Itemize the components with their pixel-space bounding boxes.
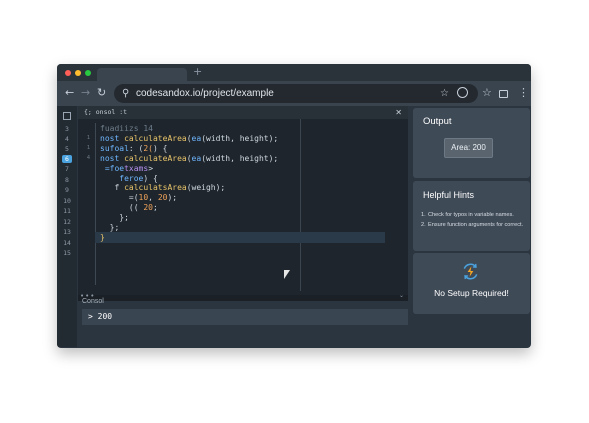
line-number: 11 (63, 207, 71, 215)
address-bar[interactable]: ⚲ codesandox.io/project/example ☆ (114, 84, 478, 103)
line-number: 5 (65, 145, 69, 153)
editor-split-divider[interactable] (300, 119, 301, 291)
close-window-button[interactable] (65, 70, 71, 76)
hint-text: Ensure function arguments for correct. (428, 222, 524, 228)
search-icon: ⚲ (122, 88, 130, 99)
editor-gutter-number: 1 (86, 144, 90, 151)
code-token: > (148, 163, 154, 173)
url-text[interactable]: codesandox.io/project/example (136, 84, 274, 103)
code-token: , (148, 193, 158, 203)
code-editor[interactable]: {; onsol :t ✕ fuadiizs 14 1 nost calculate… (78, 106, 408, 295)
code-token: calculateArea (124, 133, 187, 143)
new-tab-button[interactable]: + (193, 65, 202, 79)
forward-arrow-icon[interactable]: → (81, 85, 90, 101)
hint-text: Check for typos in variable names. (428, 212, 514, 218)
output-value: Area: 200 (451, 143, 486, 152)
code-token: } (100, 232, 105, 242)
reload-icon[interactable]: ↻ (97, 85, 106, 101)
line-number: 6 (62, 155, 72, 163)
code-token: sufoal (100, 143, 129, 153)
console-output-text: > 200 (88, 312, 113, 321)
console-output: > 200 (82, 309, 408, 325)
line-number: 8 (65, 176, 69, 184)
home-icon[interactable] (63, 112, 71, 120)
code-token: f (100, 183, 125, 193)
console-label: Consol (82, 298, 104, 305)
code-token: ; (153, 203, 158, 213)
code-token: 20 (143, 203, 153, 213)
code-token: }; (100, 223, 120, 232)
code-token: feroe (119, 173, 144, 183)
output-title: Output (423, 116, 452, 127)
browser-toolbar: ← → ↻ ⚲ codesandox.io/project/example ☆ … (57, 81, 531, 106)
code-token: ) { (143, 173, 158, 183)
code-token: : ( (128, 143, 144, 153)
editor-tab-header: {; onsol :t ✕ (78, 106, 408, 119)
browser-window: + ← → ↻ ⚲ codesandox.io/project/example … (57, 64, 531, 348)
hints-panel: Helpful Hints 1. Check for typos in vari… (413, 181, 530, 251)
code-token: calculatsArea (124, 183, 187, 193)
line-number: 9 (65, 186, 69, 194)
code-token: =foe (104, 163, 125, 173)
bookmarks-star-icon[interactable]: ☆ (482, 85, 492, 101)
window-icon[interactable] (499, 90, 508, 98)
line-number: 4 (65, 135, 69, 143)
code-token: nost (100, 133, 125, 143)
minimize-window-button[interactable] (75, 70, 81, 76)
output-value-box: Area: 200 (444, 138, 493, 158)
line-number: 10 (63, 197, 71, 205)
line-number: 14 (63, 239, 71, 247)
line-number: 13 (63, 228, 71, 236)
editor-gutter-number: 4 (86, 154, 90, 161)
lightning-sync-icon (463, 263, 478, 280)
hint-number: 2. (421, 222, 426, 228)
browser-tab[interactable] (97, 68, 187, 81)
code-token: calculateArea (124, 153, 187, 163)
code-token: 2( (143, 143, 153, 153)
line-number: 7 (65, 165, 69, 173)
editor-file-tab[interactable]: {; onsol :t (84, 106, 127, 119)
hints-title: Helpful Hints (423, 190, 475, 200)
setup-panel: No Setup Required! (413, 253, 530, 314)
activity-bar: 3 4 5 6 7 8 9 10 11 12 13 14 15 (57, 106, 77, 347)
code-token: ea (191, 133, 202, 143)
line-number: 3 (65, 125, 69, 133)
code-line[interactable]: } (95, 231, 385, 243)
code-token: fuadiizs 14 (100, 124, 153, 133)
code-token: (width, height); (201, 153, 279, 163)
mouse-cursor-icon (284, 270, 290, 280)
code-token: 10 (138, 193, 149, 203)
close-icon[interactable]: ✕ (395, 106, 402, 119)
extension-icon[interactable] (457, 87, 468, 98)
code-token: txams (124, 163, 149, 173)
indent-guide (95, 123, 96, 285)
setup-message: No Setup Required! (434, 288, 509, 298)
maximize-window-button[interactable] (85, 70, 91, 76)
back-arrow-icon[interactable]: ← (65, 85, 74, 101)
code-token: =( (100, 193, 139, 203)
code-token: ); (167, 193, 178, 203)
tab-strip: + (57, 64, 531, 81)
line-number: 12 (63, 218, 71, 226)
line-number: 15 (63, 249, 71, 257)
code-token: nost (100, 153, 125, 163)
output-panel: Output Area: 200 (413, 108, 530, 178)
editor-gutter-number: 1 (86, 134, 90, 141)
code-token: (( (100, 203, 144, 213)
editor-scroll-bar[interactable]: ••• ⌄ (78, 292, 408, 301)
menu-icon[interactable]: ⋮ (518, 85, 529, 101)
code-token: (width, height); (201, 133, 279, 143)
hint-number: 1. (421, 212, 426, 218)
code-token: }; (100, 213, 129, 223)
code-token: 20 (157, 193, 168, 203)
code-token: (weigh); (186, 183, 226, 193)
chevron-down-icon[interactable]: ⌄ (399, 292, 404, 299)
bookmark-star-icon[interactable]: ☆ (440, 86, 449, 101)
code-token: ea (191, 153, 202, 163)
code-token: ) { (153, 143, 168, 153)
